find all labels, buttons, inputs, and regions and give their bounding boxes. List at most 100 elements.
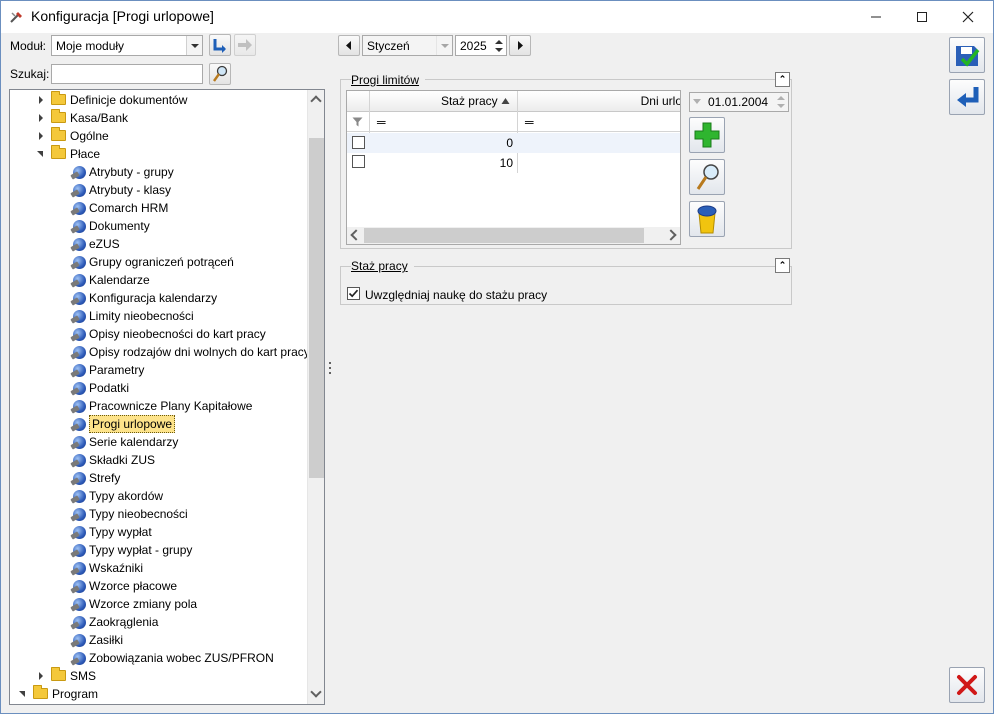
tree-item[interactable]: Typy wypłat: [10, 523, 308, 541]
tree-folder-program[interactable]: Program: [10, 685, 308, 703]
include-education-label[interactable]: Uwzględniaj naukę do stażu pracy: [365, 288, 547, 302]
cancel-button[interactable]: [949, 667, 985, 703]
expanded-arrow-icon[interactable]: [36, 145, 46, 163]
progi-collapse-button[interactable]: ⌃: [775, 72, 790, 87]
tree-item[interactable]: Wzorce zmiany pola: [10, 595, 308, 613]
tree-item[interactable]: Progi urlopowe: [10, 415, 308, 433]
next-month-button[interactable]: [509, 35, 531, 56]
edit-modules-button[interactable]: [234, 34, 256, 56]
tree-item[interactable]: Opisy nieobecności do kart pracy: [10, 325, 308, 343]
tree-scroll-thumb[interactable]: [309, 138, 324, 478]
tree-item[interactable]: Zobowiązania wobec ZUS/PFRON: [10, 649, 308, 667]
tree-item[interactable]: Parametry: [10, 361, 308, 379]
search-input[interactable]: [51, 64, 203, 84]
tree-item[interactable]: Typy wypłat - grupy: [10, 541, 308, 559]
grid-hscrollbar[interactable]: [347, 227, 680, 244]
date-field[interactable]: 01.01.2004: [689, 92, 789, 112]
tree-item-label: Składki ZUS: [89, 453, 156, 467]
close-window-button[interactable]: [945, 1, 991, 32]
tree-item[interactable]: Dokumenty: [10, 217, 308, 235]
grid-scroll-thumb[interactable]: [364, 228, 644, 243]
chevron-down-icon[interactable]: [186, 36, 202, 55]
col-dni-header[interactable]: Dni urlo: [518, 91, 680, 111]
tree-item[interactable]: Wzorce płacowe: [10, 577, 308, 595]
tree-item[interactable]: Wskaźniki: [10, 559, 308, 577]
checkbox-checked-icon[interactable]: [347, 287, 360, 300]
tree-item-label: Zaokrąglenia: [89, 615, 159, 629]
prev-month-button[interactable]: [338, 35, 360, 56]
tree-item[interactable]: Serie kalendarzy: [10, 433, 308, 451]
config-item-icon: [73, 292, 86, 305]
col-staz-header[interactable]: Staż pracy: [370, 91, 510, 111]
tree-item[interactable]: Atrybuty - grupy: [10, 163, 308, 181]
tree-item[interactable]: Opisy rodzajów dni wolnych do kart pracy: [10, 343, 310, 361]
tree-item-label: Typy wypłat - grupy: [89, 543, 193, 557]
tree-item[interactable]: Konfiguracja kalendarzy: [10, 289, 308, 307]
staz-title-text: Staż pracy: [351, 259, 408, 273]
tree-item-label: Zobowiązania wobec ZUS/PFRON: [89, 651, 274, 665]
trash-bin-icon: [697, 205, 717, 234]
tree-folder[interactable]: Kasa/Bank: [10, 109, 308, 127]
tree-item[interactable]: Comarch HRM: [10, 199, 308, 217]
close-icon: [962, 11, 974, 23]
row-checkbox[interactable]: [352, 136, 365, 149]
tree-folder[interactable]: Definicje dokumentów: [10, 91, 308, 109]
tree-item[interactable]: Limity nieobecności: [10, 307, 308, 325]
tree-scrollbar[interactable]: [307, 90, 324, 704]
config-item-icon: [73, 598, 86, 611]
collapsed-arrow-icon[interactable]: [36, 127, 46, 145]
tree-item-label: Atrybuty - grupy: [89, 165, 174, 179]
collapsed-arrow-icon[interactable]: [36, 667, 46, 685]
include-education-checkbox[interactable]: [347, 287, 360, 303]
spinner-arrows-icon[interactable]: [775, 93, 787, 111]
tree-folder-sms[interactable]: SMS: [10, 667, 308, 685]
tree-item[interactable]: Atrybuty - klasy: [10, 181, 308, 199]
tree-item[interactable]: Pracownicze Plany Kapitałowe: [10, 397, 308, 415]
filter-row: [347, 112, 680, 132]
collapsed-arrow-icon[interactable]: [36, 109, 46, 127]
expanded-arrow-icon[interactable]: [18, 685, 28, 703]
apply-button[interactable]: [949, 79, 985, 115]
tree-item[interactable]: Grupy ograniczeń potrąceń: [10, 253, 308, 271]
spinner-arrows-icon[interactable]: [493, 37, 505, 55]
filter-staz-input[interactable]: ═: [377, 112, 386, 132]
tree-item[interactable]: Strefy: [10, 469, 308, 487]
row-checkbox[interactable]: [352, 155, 365, 168]
scroll-down-icon[interactable]: [310, 686, 322, 698]
folder-icon: [51, 127, 66, 141]
minimize-button[interactable]: [853, 1, 899, 32]
scroll-right-icon[interactable]: [665, 229, 677, 241]
chevron-down-icon[interactable]: [436, 36, 452, 55]
scroll-up-icon[interactable]: [310, 95, 322, 107]
splitter-grip-icon[interactable]: [328, 361, 332, 375]
chevron-down-icon[interactable]: [693, 99, 701, 105]
maximize-button[interactable]: [899, 1, 945, 32]
tree-item[interactable]: Zasiłki: [10, 631, 308, 649]
month-select[interactable]: Styczeń: [362, 35, 453, 56]
tree-item[interactable]: Zaokrąglenia: [10, 613, 308, 631]
staz-collapse-button[interactable]: ⌃: [775, 258, 790, 273]
tree-item[interactable]: Typy nieobecności: [10, 505, 308, 523]
delete-button[interactable]: [689, 201, 725, 237]
config-item-icon: [73, 328, 86, 341]
collapsed-arrow-icon[interactable]: [36, 91, 46, 109]
scroll-left-icon[interactable]: [350, 229, 362, 241]
year-spinner[interactable]: 2025: [455, 35, 507, 56]
tree-item-label: Serie kalendarzy: [89, 435, 179, 449]
tree-item[interactable]: Typy akordów: [10, 487, 308, 505]
add-button[interactable]: [689, 117, 725, 153]
filter-icon[interactable]: [352, 117, 363, 127]
tree-item[interactable]: Składki ZUS: [10, 451, 308, 469]
tree-folder[interactable]: Ogólne: [10, 127, 308, 145]
refresh-modules-button[interactable]: [209, 34, 231, 56]
filter-dni-input[interactable]: ═: [525, 112, 534, 132]
tree-item-label: Pracownicze Plany Kapitałowe: [89, 399, 253, 413]
tree-item[interactable]: Kalendarze: [10, 271, 308, 289]
tree-item[interactable]: Podatki: [10, 379, 308, 397]
save-button[interactable]: [949, 37, 985, 73]
edit-button[interactable]: [689, 159, 725, 195]
search-button[interactable]: [209, 63, 231, 85]
tree-folder[interactable]: Płace: [10, 145, 308, 163]
tree-item[interactable]: eZUS: [10, 235, 308, 253]
module-select[interactable]: Moje moduły: [51, 35, 203, 56]
